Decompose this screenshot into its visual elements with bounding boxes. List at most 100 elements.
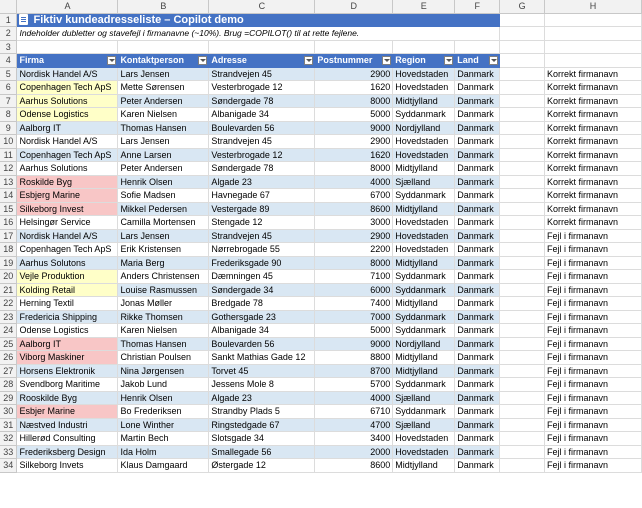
cell-region[interactable]: Midtjylland xyxy=(392,256,456,270)
cell-firma[interactable]: Aalborg IT xyxy=(16,121,119,135)
cell-firma[interactable]: Kolding Retail xyxy=(16,283,119,297)
cell-firma[interactable]: Viborg Maskiner xyxy=(16,350,119,365)
cell-firma[interactable]: Aarhus Solutions xyxy=(16,94,119,108)
cell-postnummer[interactable]: 8600 xyxy=(314,458,394,473)
cell[interactable] xyxy=(499,202,546,216)
row-header[interactable]: 29 xyxy=(0,391,18,405)
cell-status[interactable]: Fejl i firmanavn xyxy=(544,391,642,405)
column-header-c[interactable]: C xyxy=(208,0,316,14)
cell-adresse[interactable]: Sankt Mathias Gade 12 xyxy=(208,350,316,365)
cell-region[interactable]: Hovedstaden xyxy=(392,148,456,162)
cell-adresse[interactable]: Søndergade 34 xyxy=(208,283,316,297)
cell[interactable] xyxy=(499,229,546,243)
cell-firma[interactable]: Copenhagen Tech ApS xyxy=(16,242,119,257)
cell-kontaktperson[interactable]: Martin Bech xyxy=(117,431,210,446)
cell-adresse[interactable]: Frederiksgade 90 xyxy=(208,256,316,270)
cell-region[interactable]: Sjælland xyxy=(392,391,456,405)
cell-postnummer[interactable]: 7100 xyxy=(314,269,394,284)
cell[interactable] xyxy=(392,40,456,54)
cell-adresse[interactable]: Boulevarden 56 xyxy=(208,121,316,135)
cell-adresse[interactable]: Gothersgade 23 xyxy=(208,310,316,324)
cell-adresse[interactable]: Smallegade 56 xyxy=(208,445,316,459)
row-header[interactable]: 11 xyxy=(0,148,18,162)
cell[interactable] xyxy=(499,13,546,27)
row-header[interactable]: 28 xyxy=(0,377,18,392)
row-header[interactable]: 25 xyxy=(0,337,18,351)
cell[interactable] xyxy=(499,161,546,176)
cell-adresse[interactable]: Strandvejen 45 xyxy=(208,229,316,243)
cell-status[interactable]: Fejl i firmanavn xyxy=(544,445,642,459)
cell[interactable] xyxy=(544,40,642,54)
cell-region[interactable]: Midtjylland xyxy=(392,364,456,378)
cell-adresse[interactable]: Ringstedgade 67 xyxy=(208,418,316,432)
cell[interactable] xyxy=(499,323,546,338)
cell-status[interactable]: Korrekt firmanavn xyxy=(544,67,642,81)
cell-status[interactable]: Korrekt firmanavn xyxy=(544,148,642,162)
cell-kontaktperson[interactable]: Peter Andersen xyxy=(117,94,210,108)
cell[interactable] xyxy=(499,67,546,81)
cell[interactable] xyxy=(499,391,546,405)
cell-land[interactable]: Danmark xyxy=(454,215,501,230)
row-header[interactable]: 1 xyxy=(0,13,18,27)
cell-postnummer[interactable]: 6000 xyxy=(314,283,394,297)
cell-kontaktperson[interactable]: Bo Frederiksen xyxy=(117,404,210,419)
row-header[interactable]: 15 xyxy=(0,202,18,216)
cell-status[interactable]: Fejl i firmanavn xyxy=(544,431,642,446)
cell-postnummer[interactable]: 4000 xyxy=(314,391,394,405)
cell-land[interactable]: Danmark xyxy=(454,431,501,446)
cell-firma[interactable]: Odense Logistics xyxy=(16,323,119,338)
cell[interactable] xyxy=(499,134,546,149)
cell-firma[interactable]: Nordisk Handel A/S xyxy=(16,67,119,81)
cell-firma[interactable]: Rooskilde Byg xyxy=(16,391,119,405)
cell-kontaktperson[interactable]: Lone Winther xyxy=(117,418,210,432)
cell-adresse[interactable]: Vestergade 89 xyxy=(208,202,316,216)
cell-firma[interactable]: Copenhagen Tech ApS xyxy=(16,148,119,162)
cell-firma[interactable]: Vejle Produktion xyxy=(16,269,119,284)
cell-region[interactable]: Midtjylland xyxy=(392,458,456,473)
cell-postnummer[interactable]: 8000 xyxy=(314,256,394,270)
header-firma[interactable]: Firma xyxy=(16,53,119,68)
cell[interactable] xyxy=(314,40,394,54)
cell-postnummer[interactable]: 4000 xyxy=(314,175,394,189)
row-header[interactable]: 2 xyxy=(0,26,18,41)
row-header[interactable]: 30 xyxy=(0,404,18,419)
cell-land[interactable]: Danmark xyxy=(454,67,501,81)
header-kontaktperson[interactable]: Kontaktperson xyxy=(117,53,210,68)
cell-firma[interactable]: Hillerød Consulting xyxy=(16,431,119,446)
cell-postnummer[interactable]: 1620 xyxy=(314,148,394,162)
cell[interactable] xyxy=(499,283,546,297)
cell-postnummer[interactable]: 2000 xyxy=(314,445,394,459)
cell-status[interactable]: Korrekt firmanavn xyxy=(544,175,642,189)
cell-postnummer[interactable]: 5000 xyxy=(314,323,394,338)
cell[interactable] xyxy=(544,13,642,27)
cell-adresse[interactable]: Algade 23 xyxy=(208,391,316,405)
cell-postnummer[interactable]: 2200 xyxy=(314,242,394,257)
cell-region[interactable]: Midtjylland xyxy=(392,94,456,108)
cell-postnummer[interactable]: 9000 xyxy=(314,121,394,135)
cell-kontaktperson[interactable]: Camilla Mortensen xyxy=(117,215,210,230)
cell-kontaktperson[interactable]: Mikkel Pedersen xyxy=(117,202,210,216)
cell-land[interactable]: Danmark xyxy=(454,94,501,108)
cell[interactable] xyxy=(499,350,546,365)
cell[interactable] xyxy=(499,377,546,392)
cell-region[interactable]: Hovedstaden xyxy=(392,242,456,257)
cell[interactable] xyxy=(499,53,546,68)
row-header[interactable]: 23 xyxy=(0,310,18,324)
cell-firma[interactable]: Herning Textil xyxy=(16,296,119,311)
cell-firma[interactable]: Horsens Elektronik xyxy=(16,364,119,378)
row-header[interactable]: 6 xyxy=(0,80,18,95)
cell-status[interactable]: Fejl i firmanavn xyxy=(544,458,642,473)
cell-status[interactable]: Fejl i firmanavn xyxy=(544,350,642,365)
cell-postnummer[interactable]: 8600 xyxy=(314,202,394,216)
cell-region[interactable]: Nordjylland xyxy=(392,337,456,351)
cell-status[interactable]: Fejl i firmanavn xyxy=(544,364,642,378)
cell-adresse[interactable]: Søndergade 78 xyxy=(208,94,316,108)
cell-region[interactable]: Syddanmark xyxy=(392,283,456,297)
row-header[interactable]: 4 xyxy=(0,53,18,68)
cell-status[interactable]: Fejl i firmanavn xyxy=(544,242,642,257)
cell-region[interactable]: Sjælland xyxy=(392,418,456,432)
cell-land[interactable]: Danmark xyxy=(454,391,501,405)
cell[interactable] xyxy=(499,269,546,284)
cell-adresse[interactable]: Havnegade 67 xyxy=(208,188,316,203)
row-header[interactable]: 21 xyxy=(0,283,18,297)
